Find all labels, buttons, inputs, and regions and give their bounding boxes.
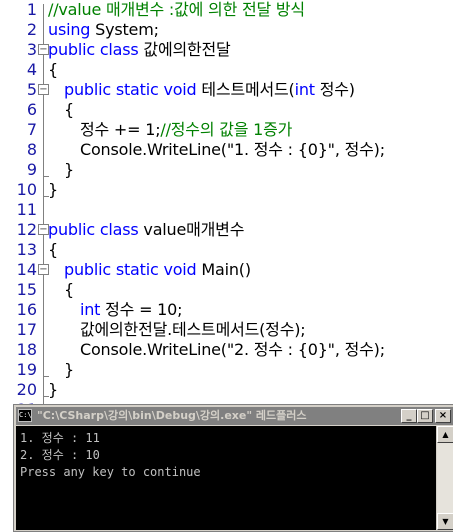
line-number: 19 — [16, 360, 37, 379]
console-titlebar[interactable]: C:\ "C:\CSharp\강의\bin\Debug\강의.exe" 레드플러… — [16, 407, 453, 425]
keyword-token: public static void — [64, 260, 197, 279]
code-line: } — [48, 380, 58, 400]
line-number: 14 — [16, 260, 37, 279]
code-token: { — [48, 60, 58, 79]
line-number: 5 — [26, 80, 37, 99]
fold-end-marker — [43, 376, 49, 377]
code-token: { — [64, 280, 74, 299]
code-token: 테스트메서드( — [196, 80, 295, 99]
fold-collapse-icon[interactable]: − — [38, 84, 49, 95]
line-number: 16 — [16, 300, 37, 319]
code-line: public class 값에의한전달 — [48, 40, 231, 60]
line-number: 9 — [26, 160, 37, 179]
fold-collapse-icon[interactable]: − — [38, 264, 49, 275]
code-token: } — [48, 380, 58, 399]
console-output-line: 2. 정수 : 10 — [20, 448, 100, 462]
comment-token: //정수의 값을 1증가 — [160, 120, 293, 139]
code-line: { — [64, 280, 74, 300]
line-number: 3 — [26, 40, 37, 59]
code-token: { — [64, 100, 74, 119]
minimize-button[interactable]: _ — [401, 409, 417, 423]
line-number: 18 — [16, 340, 37, 359]
console-title: "C:\CSharp\강의\bin\Debug\강의.exe" 레드플러스 — [37, 409, 307, 422]
code-token: Main() — [196, 260, 251, 279]
line-number: 15 — [16, 280, 37, 299]
code-line: Console.WriteLine("2. 정수 : {0}", 정수); — [80, 340, 385, 360]
code-token: Console.WriteLine("1. 정수 : {0}", 정수); — [80, 140, 385, 159]
code-line: { — [48, 60, 58, 80]
line-number: 4 — [26, 60, 37, 79]
console-window[interactable]: C:\ "C:\CSharp\강의\bin\Debug\강의.exe" 레드플러… — [13, 404, 453, 532]
maximize-button[interactable]: □ — [417, 409, 433, 423]
code-token: 값에의한전달 — [138, 40, 231, 59]
keyword-token: public class — [48, 40, 139, 59]
line-number: 20 — [16, 380, 37, 399]
line-number: 17 — [16, 320, 37, 339]
code-line: public static void 테스트메서드(int 정수) — [64, 80, 355, 100]
line-number: 10 — [16, 180, 37, 199]
code-line: } — [48, 180, 58, 200]
console-output-line: 1. 정수 : 11 — [20, 431, 100, 445]
code-line: using System; — [48, 20, 159, 40]
close-button[interactable]: × — [435, 409, 451, 423]
code-line: Console.WriteLine("1. 정수 : {0}", 정수); — [80, 140, 385, 160]
console-output[interactable]: 1. 정수 : 11 2. 정수 : 10 Press any key to c… — [16, 426, 436, 530]
line-number: 13 — [16, 240, 37, 259]
code-line: int 정수 = 10; — [80, 300, 183, 320]
vertical-scrollbar[interactable]: ▲ ▼ — [437, 426, 453, 530]
code-editor[interactable]: 123456789101112131415161718192021 −−−− /… — [0, 0, 453, 419]
code-line: 정수 += 1;//정수의 값을 1증가 — [80, 120, 292, 140]
keyword-token: public class — [48, 220, 139, 239]
code-line: } — [64, 360, 74, 380]
scroll-up-button[interactable]: ▲ — [437, 426, 453, 443]
keyword-token: public static void — [64, 80, 197, 99]
code-line: { — [48, 240, 58, 260]
code-token: 정수) — [314, 80, 355, 99]
keyword-token: int — [80, 300, 101, 319]
code-line: public static void Main() — [64, 260, 251, 280]
code-token: 값에의한전달.테스트메서드(정수); — [80, 320, 306, 339]
comment-token: //value 매개변수 :값에 의한 전달 방식 — [48, 0, 305, 19]
code-token: 정수 += 1; — [80, 120, 161, 139]
line-number: 1 — [26, 0, 37, 19]
line-number: 8 — [26, 140, 37, 159]
code-token: System; — [90, 20, 159, 39]
console-app-icon: C:\ — [18, 409, 32, 422]
keyword-token: int — [294, 80, 315, 99]
code-token: value매개변수 — [138, 220, 245, 239]
code-line: //value 매개변수 :값에 의한 전달 방식 — [48, 0, 305, 20]
code-token: { — [48, 240, 58, 259]
scroll-down-button[interactable]: ▼ — [437, 513, 453, 530]
keyword-token: using — [48, 20, 91, 39]
fold-end-marker — [43, 176, 49, 177]
line-number: 12 — [16, 220, 37, 239]
code-token: } — [48, 180, 58, 199]
line-number: 2 — [26, 20, 37, 39]
fold-rail — [43, 4, 44, 416]
code-line: public class value매개변수 — [48, 220, 244, 240]
line-number: 11 — [16, 200, 37, 219]
code-line: 값에의한전달.테스트메서드(정수); — [80, 320, 306, 340]
line-number: 6 — [26, 100, 37, 119]
code-token: } — [64, 360, 74, 379]
code-token: 정수 = 10; — [100, 300, 183, 319]
console-output-line: Press any key to continue — [20, 465, 201, 479]
code-token: Console.WriteLine("2. 정수 : {0}", 정수); — [80, 340, 385, 359]
code-line: } — [64, 160, 74, 180]
line-number: 7 — [26, 120, 37, 139]
code-line: { — [64, 100, 74, 120]
code-token: } — [64, 160, 74, 179]
